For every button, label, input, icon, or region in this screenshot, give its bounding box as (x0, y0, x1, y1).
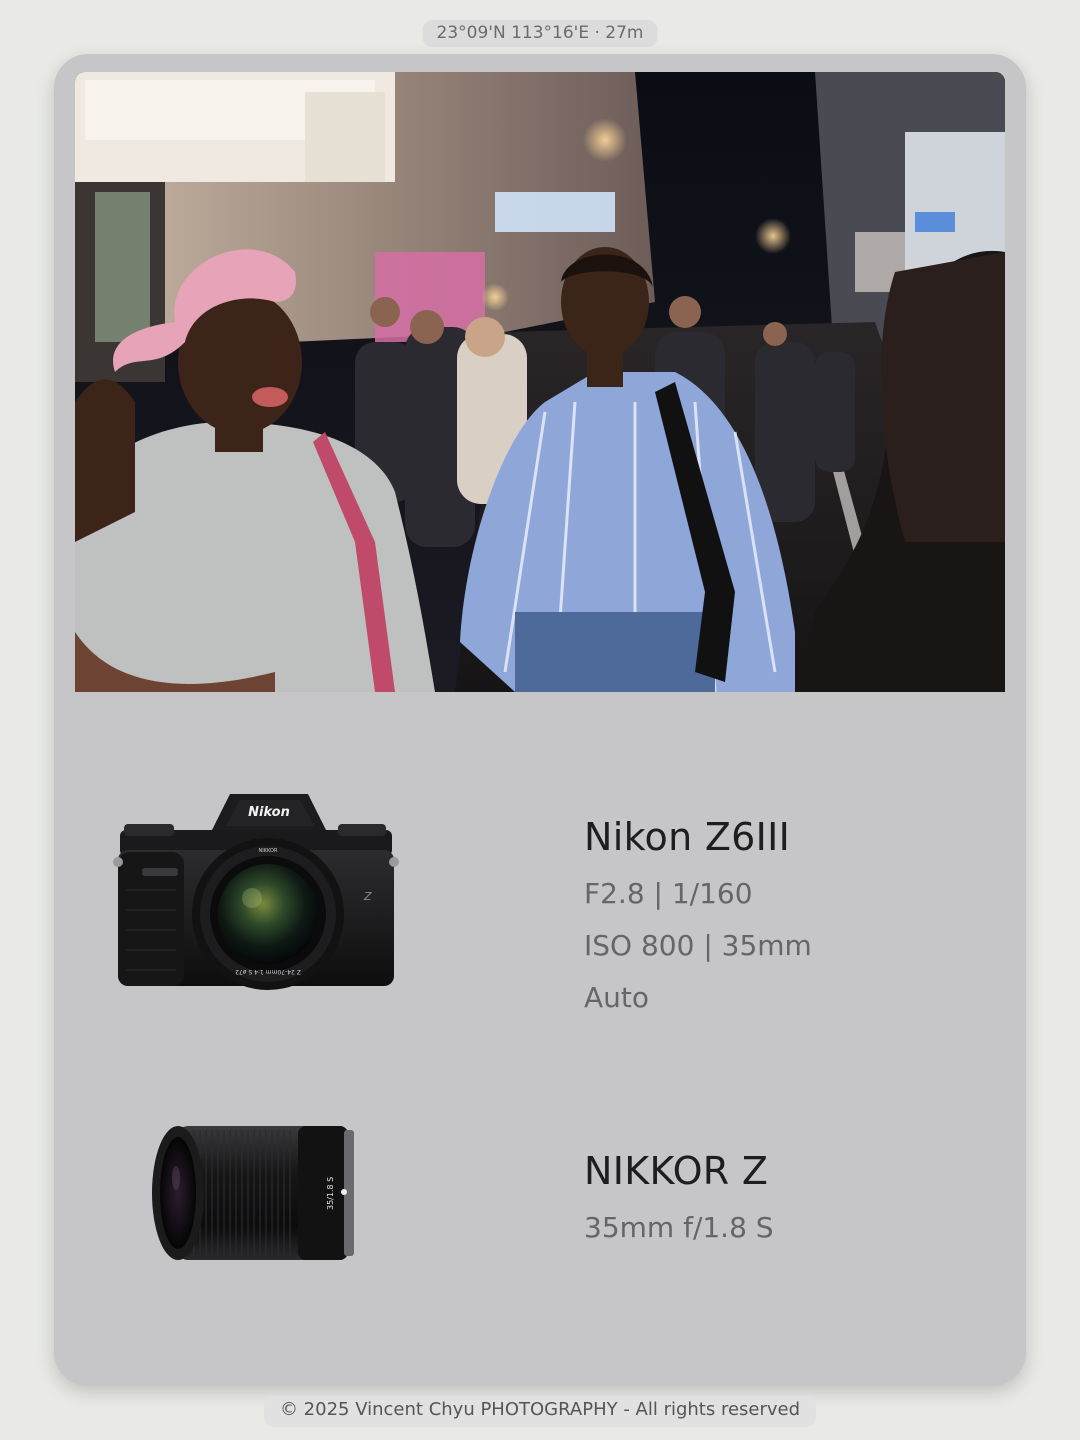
svg-text:NIKKOR: NIKKOR (259, 848, 278, 854)
shooting-mode: Auto (584, 981, 650, 1014)
lens-name: NIKKOR Z (584, 1149, 769, 1193)
lens-spec: 35mm f/1.8 S (584, 1211, 774, 1244)
lens-ring-text: Z 24-70mm 1:4 S ø72 (235, 968, 301, 975)
camera-brand-mark: Nikon (248, 805, 290, 820)
exposure-settings: F2.8 | 1/160 (584, 877, 753, 910)
lens-barrel-marking: 35/1.8 S (326, 1177, 335, 1210)
lens-details: NIKKOR Z 35mm f/1.8 S (584, 1146, 774, 1254)
svg-text:Z: Z (363, 890, 372, 903)
lens-image: 35/1.8 S (148, 1118, 358, 1268)
camera-model: Nikon Z6III (584, 815, 791, 859)
camera-body-image: Nikon NIKKOR Z 24-70mm 1:4 S ø72 Z (112, 790, 400, 994)
iso-focal-length: ISO 800 | 35mm (584, 929, 812, 962)
camera-details: Nikon Z6III F2.8 | 1/160 ISO 800 | 35mm … (584, 812, 812, 1024)
photo-info-card: Nikon NIKKOR Z 24-70mm 1:4 S ø72 Z Nikon… (54, 54, 1026, 1386)
copyright-footer: © 2025 Vincent Chyu PHOTOGRAPHY - All ri… (263, 1396, 817, 1427)
street-photo (75, 72, 1005, 692)
location-badge: 23°09'N 113°16'E · 27m (422, 20, 658, 47)
